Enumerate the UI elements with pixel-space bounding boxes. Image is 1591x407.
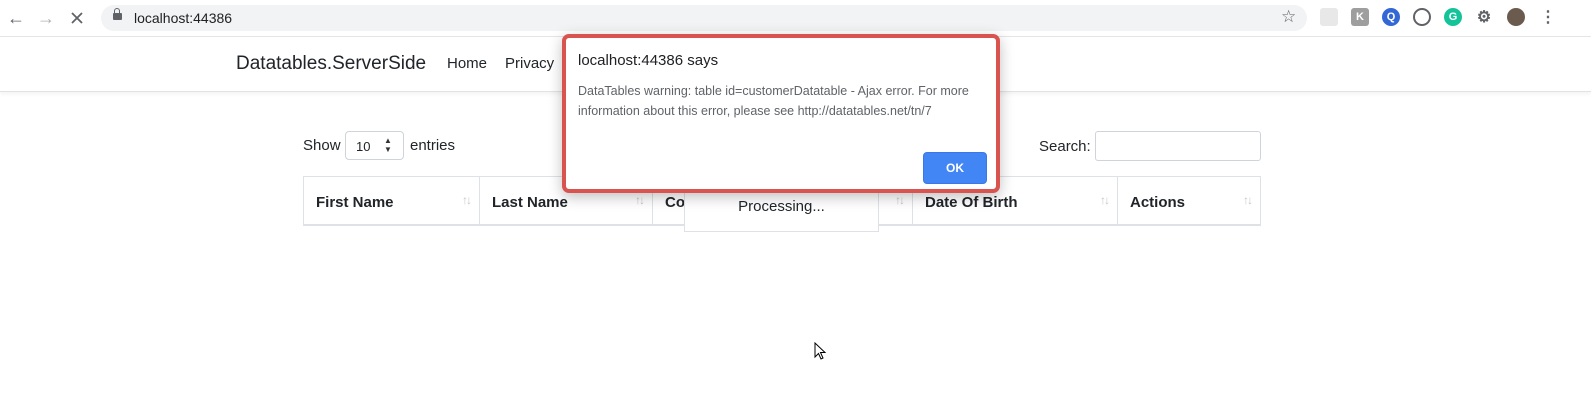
forward-arrow-icon[interactable]: → [35,7,57,29]
ok-button[interactable]: OK [923,152,987,184]
extensions-puzzle-icon[interactable]: ⚙ [1475,8,1493,26]
length-prefix: Show [303,137,341,154]
mouse-pointer-icon [814,342,827,360]
sort-icon: ↑↓ [462,193,472,207]
menu-kebab-icon[interactable]: ⋮ [1539,8,1557,26]
back-arrow-icon[interactable]: ← [5,7,27,29]
navbar-brand[interactable]: Datatables.ServerSide [236,53,426,75]
profile-avatar[interactable] [1507,8,1525,26]
nav-link-privacy[interactable]: Privacy [505,55,554,72]
sort-icon: ↑↓ [1243,193,1253,207]
page-length-value: 10 [356,139,371,154]
grammarly-icon[interactable]: G [1444,8,1462,26]
extension-q-icon[interactable]: Q [1382,8,1400,26]
column-header-actions[interactable]: Actions ↑↓ [1118,177,1260,224]
search-input[interactable] [1095,131,1261,161]
sort-icon: ↑↓ [635,193,645,207]
lock-icon [113,8,122,21]
dialog-title: localhost:44386 says [578,52,719,69]
sort-icon: ↑↓ [1100,193,1110,207]
url-text: localhost:44386 [134,10,233,26]
extension-k-icon[interactable]: K [1351,8,1369,26]
extension-doc-icon[interactable] [1320,8,1338,26]
column-header-first-name[interactable]: First Name ↑↓ [304,177,480,224]
browser-toolbar: ← → localhost:44386 ☆ K Q G ⚙ ⋮ [0,0,1591,37]
stop-loading-icon[interactable] [66,7,88,29]
length-suffix: entries [410,137,456,154]
extension-code-icon[interactable] [1413,8,1431,26]
nav-link-home[interactable]: Home [447,55,487,72]
page-length-select[interactable]: 10 ▲ ▼ [345,131,404,160]
address-bar[interactable]: localhost:44386 ☆ [101,5,1307,31]
sort-icon: ↑↓ [895,193,905,207]
dialog-message: DataTables warning: table id=customerDat… [578,84,969,118]
search-label: Search: [1039,138,1091,155]
bookmark-star-icon[interactable]: ☆ [1281,7,1296,27]
select-arrows-icon: ▲ ▼ [384,136,392,154]
alert-dialog: localhost:44386 says DataTables warning:… [562,34,1000,193]
